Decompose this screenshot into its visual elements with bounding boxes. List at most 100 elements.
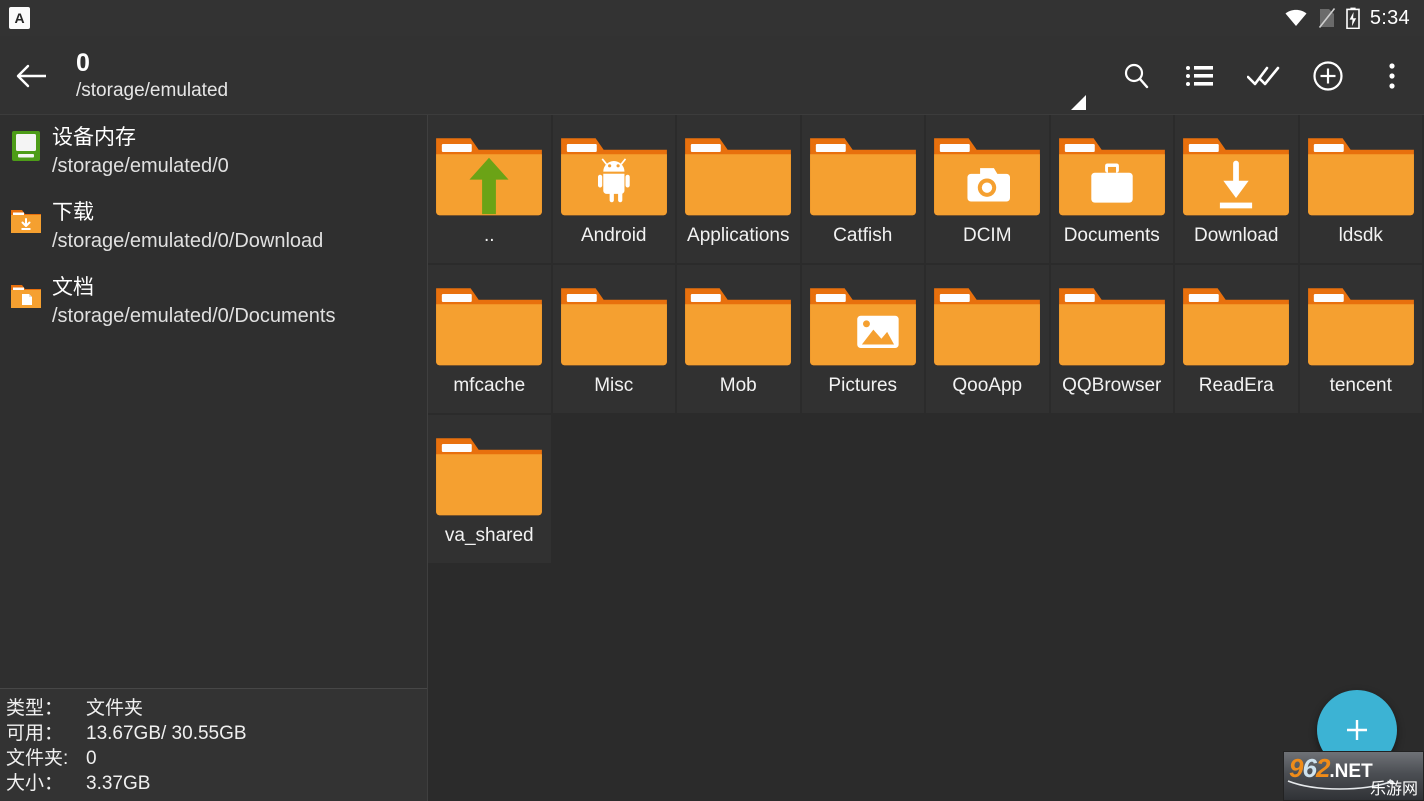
info-key: 文件夹: [6,748,69,769]
add-button[interactable] [1296,36,1360,115]
download-folder-icon [10,205,42,237]
folder-item[interactable]: Pictures [801,265,926,415]
list-view-button[interactable] [1168,36,1232,115]
add-circle-icon [1313,60,1343,91]
sidebar-item-path: /storage/emulated/0/Download [52,230,324,252]
documents-folder-icon [10,280,42,312]
folder-plain-icon [430,279,548,371]
wifi-icon [1285,9,1307,26]
watermark-cn-text: 乐游网 [1369,781,1418,798]
folder-item-label: DCIM [962,225,1012,246]
folder-item-label: Mob [719,375,757,396]
folder-camera-icon [928,129,1046,221]
file-grid-row: .. Android Applications Catfish DCIM Document… [428,115,1424,265]
app-toolbar: 0 /storage/emulated [0,36,1424,115]
sidebar-item-path: /storage/emulated/0/Documents [52,305,336,327]
info-value: 3.37GB [86,773,151,794]
folder-item[interactable]: Applications [677,115,802,265]
folder-item[interactable]: QQBrowser [1050,265,1175,415]
path-title-block[interactable]: 0 /storage/emulated [76,48,228,104]
file-grid-empty-cell [801,415,926,565]
folder-item[interactable]: tencent [1299,265,1424,415]
notification-app-icon: A [9,7,30,29]
site-watermark: 962.NET 乐游网 [1283,751,1424,801]
sidebar-item-download[interactable]: 下载 /storage/emulated/0/Download [0,190,427,265]
overflow-menu-button[interactable] [1360,36,1424,115]
folder-item-label: Android [581,225,647,246]
folder-item[interactable]: Download [1175,115,1300,265]
sidebar-item-path: /storage/emulated/0 [52,155,229,177]
folder-image-icon [804,279,922,371]
info-key: 大小： [6,773,64,794]
sidebar-item-device-storage[interactable]: 设备内存 /storage/emulated/0 [0,115,427,190]
search-button[interactable] [1104,36,1168,115]
folder-item-label: ReadEra [1198,375,1274,396]
file-grid-empty-cell [677,415,802,565]
sidebar-item-download-text: 下载 /storage/emulated/0/Download [52,199,323,256]
folder-item-label: Download [1194,225,1279,246]
folder-download-icon [1177,129,1295,221]
folder-item[interactable]: Misc [552,265,677,415]
folder-item[interactable]: Documents [1050,115,1175,265]
folder-plain-icon [1302,279,1420,371]
status-bar-icons: 5:34 [1284,7,1410,30]
folder-item[interactable]: Mob [677,265,802,415]
folder-item-label: QooApp [952,375,1023,396]
folder-item-label: Applications [687,225,790,246]
info-value: 文件夹 [86,698,144,719]
folder-item[interactable]: va_shared [428,415,553,565]
info-row: 大小： 3.37GB [6,771,427,796]
info-row: 可用： 13.67GB/ 30.55GB [6,721,427,746]
folder-item[interactable]: Android [552,115,677,265]
sidebar-item-label: 下载 [52,201,94,224]
plus-icon [1347,720,1367,740]
file-grid-empty-cell [1050,415,1175,565]
folder-item-label: ldsdk [1338,225,1383,246]
folder-item-label: Documents [1063,225,1160,246]
file-grid-empty-cell [926,415,1051,565]
file-grid-row: mfcache Misc Mob Pictures QooApp QQBrowser Rea… [428,265,1424,415]
folder-item-label: Misc [594,375,634,396]
folder-plain-icon [555,279,673,371]
battery-charging-icon [1346,7,1360,29]
file-grid-empty-cell [1175,415,1300,565]
select-all-button[interactable] [1232,36,1296,115]
sidebar-item-label: 文档 [52,276,94,299]
folder-item[interactable]: .. [428,115,553,265]
notification-app-icon-letter: A [14,10,25,26]
selection-info-panel: 类型： 文件夹 可用： 13.67GB/ 30.55GB 文件夹: 0 大小： … [0,688,427,801]
info-value: 0 [86,748,97,769]
folder-item[interactable]: DCIM [926,115,1051,265]
folder-item[interactable]: ReadEra [1175,265,1300,415]
select-all-icon [1247,66,1280,85]
back-button[interactable] [0,63,64,89]
toolbar-actions [1104,36,1424,115]
file-manager-window: A 5:34 0 /storage/emulated 设备内存 /storage… [0,0,1424,801]
current-folder-title: 0 [76,48,90,77]
status-bar-clock: 5:34 [1369,6,1410,29]
info-row: 类型： 文件夹 [6,696,427,721]
file-grid-empty-cell [552,415,677,565]
sidebar-item-device-storage-text: 设备内存 /storage/emulated/0 [52,124,229,181]
list-view-icon [1186,65,1213,86]
current-path-subtitle: /storage/emulated [76,79,229,101]
folder-item-label: Pictures [828,375,898,396]
folder-android-icon [555,129,673,221]
folder-plain-icon [928,279,1046,371]
folder-plain-icon [1302,129,1420,221]
folder-item[interactable]: QooApp [926,265,1051,415]
search-icon [1124,63,1149,88]
folder-item[interactable]: ldsdk [1299,115,1424,265]
folder-item-label: tencent [1329,375,1392,396]
folder-item[interactable]: mfcache [428,265,553,415]
sidebar-item-documents[interactable]: 文档 /storage/emulated/0/Documents [0,265,427,340]
folder-plain-icon [430,429,548,521]
resize-handle-icon[interactable] [1068,92,1088,112]
file-grid: .. Android Applications Catfish DCIM Document… [428,115,1424,801]
folder-item-label: Catfish [833,225,893,246]
folder-up-icon [430,129,548,221]
folder-item[interactable]: Catfish [801,115,926,265]
folder-item-label: QQBrowser [1062,375,1162,396]
folder-briefcase-icon [1053,129,1171,221]
info-value: 13.67GB/ 30.55GB [86,723,247,744]
